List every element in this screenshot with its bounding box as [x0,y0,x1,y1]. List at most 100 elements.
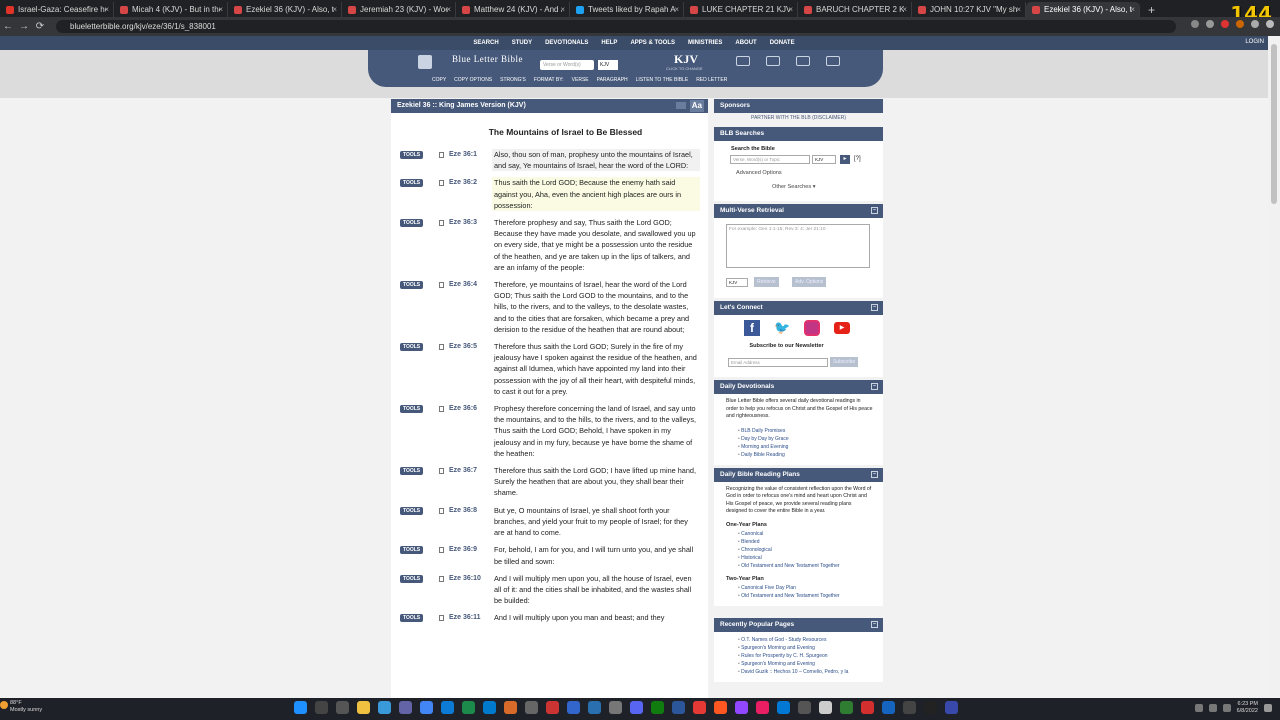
devotional-link[interactable]: Daily Bible Reading [726,451,873,459]
verse-reference[interactable]: Eze 36:6 [449,405,477,412]
chrome-icon[interactable] [420,701,433,714]
file-explorer-icon[interactable] [357,701,370,714]
popular-page-link[interactable]: Spurgeon's Morning and Evening [726,660,873,668]
verse-text[interactable]: For, behold, I am for you, and I will tu… [492,544,700,566]
youtube-icon[interactable]: ▶ [834,322,850,334]
subscribe-button[interactable]: Subscribe [830,357,859,367]
new-tab-button[interactable]: + [1140,3,1163,17]
tools-button[interactable]: TOOLS [400,179,424,188]
popular-page-link[interactable]: Rules for Prosperity by C. H. Spurgeon [726,652,873,660]
verse-reference[interactable]: Eze 36:8 [449,507,477,514]
browser-tab[interactable]: Tweets liked by Rapah Alnayo× [570,2,684,17]
bookmark-star-icon[interactable] [1206,20,1214,28]
nav-link-help[interactable]: HELP [601,40,617,46]
browser-tab[interactable]: Israel-Gaza: Ceasefire holds ov× [0,2,114,17]
copy-verse-icon[interactable] [439,282,444,289]
nav-link-ministries[interactable]: MINISTRIES [688,40,722,46]
version-switcher[interactable]: KJV [674,52,698,67]
tab-close-icon[interactable]: × [446,5,451,14]
edge-icon[interactable] [441,701,454,714]
collapse-icon[interactable]: – [871,304,878,311]
address-bar[interactable]: blueletterbible.org/kjv/eze/36/1/s_83800… [56,20,1176,33]
weather-icon[interactable] [0,701,8,709]
reload-icon[interactable]: ⟳ [32,21,48,32]
nav-link-donate[interactable]: DONATE [770,40,795,46]
one-year-plan-link[interactable]: Canonical [726,530,873,538]
settings-icon[interactable] [798,701,811,714]
app-red-icon[interactable] [546,701,559,714]
app-indigo-icon[interactable] [945,701,958,714]
one-year-plan-link[interactable]: Old Testament and New Testament Together [726,562,873,570]
popular-page-link[interactable]: David Guzik :: Hechos 10 – Cornelio, Ped… [726,668,873,676]
copy-verse-icon[interactable] [439,406,444,413]
login-link[interactable]: LOGIN [1245,39,1264,45]
verse-reference[interactable]: Eze 36:2 [449,179,477,186]
copy-verse-icon[interactable] [439,575,444,582]
retrieve-button[interactable]: Retrieve [754,277,779,287]
nav-link-apps-tools[interactable]: APPS & TOOLS [630,40,675,46]
app-red3-icon[interactable] [861,701,874,714]
extension-red-icon[interactable] [1221,20,1229,28]
weather-widget[interactable]: 88°F Mostly sunny [10,700,42,714]
app-pink-icon[interactable] [756,701,769,714]
tools-button[interactable]: TOOLS [400,506,424,515]
app-gray-icon[interactable] [525,701,538,714]
forward-icon[interactable]: → [16,21,32,32]
tools-button[interactable]: TOOLS [400,614,424,623]
app-blue3-icon[interactable] [882,701,895,714]
browser-tab[interactable]: Ezekiel 36 (KJV) - Also, thou so× [228,2,342,17]
tab-close-icon[interactable]: × [788,5,793,14]
verse-text[interactable]: Also, thou son of man, prophesy unto the… [492,149,700,172]
verse-text[interactable]: Prophesy therefore concerning the land o… [492,403,700,459]
browser-tab[interactable]: Matthew 24 (KJV) - And Jesus× [456,2,570,17]
grid-icon[interactable] [826,56,840,66]
word-icon[interactable] [672,701,685,714]
tools-button[interactable]: TOOLS [400,574,424,583]
scrollbar-thumb[interactable] [1271,44,1277,204]
verse-text[interactable]: And I will multiply men upon you, all th… [492,573,700,607]
nav-link-study[interactable]: STUDY [512,40,532,46]
two-year-plan-link[interactable]: Old Testament and New Testament Together [726,592,873,600]
verse-text[interactable]: But ye, O mountains of Israel, ye shall … [492,505,700,539]
app-blue-icon[interactable] [567,701,580,714]
search-icon[interactable] [315,701,328,714]
browser-tab[interactable]: Ezekiel 36 (KJV) - Also, thou so× [1026,2,1140,17]
toolbar-paragraph[interactable]: PARAGRAPH [597,77,628,83]
tools-button[interactable]: TOOLS [400,281,424,290]
tab-close-icon[interactable]: × [674,5,679,14]
verse-reference[interactable]: Eze 36:5 [449,343,477,350]
verse-text[interactable]: Therefore thus saith the Lord GOD; Surel… [492,341,700,397]
copy-verse-icon[interactable] [439,468,444,475]
discord-icon[interactable] [630,701,643,714]
vscode-icon[interactable] [483,701,496,714]
tools-button[interactable]: TOOLS [400,546,424,555]
disclaimer-link[interactable]: (DISCLAIMER) [812,115,846,121]
one-year-plan-link[interactable]: Historical [726,554,873,562]
tools-button[interactable]: TOOLS [400,219,424,228]
wifi-icon[interactable] [1208,704,1217,712]
tab-close-icon[interactable]: × [1016,5,1021,14]
other-searches-link[interactable]: Other Searches ▾ [772,184,816,190]
one-year-plan-link[interactable]: Blended [726,538,873,546]
browser-tab[interactable]: Micah 4 (KJV) - But in the last× [114,2,228,17]
verse-reference[interactable]: Eze 36:9 [449,546,477,553]
toolbar-copy-options[interactable]: COPY OPTIONS [454,77,492,83]
verse-reference[interactable]: Eze 36:3 [449,219,477,226]
header-search-input[interactable]: Verse or Word(s) [540,60,594,70]
app-misc-icon[interactable] [609,701,622,714]
app-white-icon[interactable] [819,701,832,714]
toolbar-strong-s[interactable]: STRONG'S [500,77,526,83]
header-version-select[interactable]: KJV [598,60,618,70]
two-year-plan-link[interactable]: Canonical Five Day Plan [726,584,873,592]
one-year-plan-link[interactable]: Chronological [726,546,873,554]
popular-page-link[interactable]: O.T. Names of God - Study Resources [726,636,873,644]
verse-reference[interactable]: Eze 36:4 [449,281,477,288]
profile-icon[interactable] [1266,20,1274,28]
app-dark-icon[interactable] [903,701,916,714]
browser-tab[interactable]: JOHN 10:27 KJV "My sheep he× [912,2,1026,17]
copy-verse-icon[interactable] [439,507,444,514]
verse-text[interactable]: And I will multiply upon you man and bea… [492,612,700,623]
toolbar-verse[interactable]: VERSE [572,77,589,83]
page-scrollbar[interactable] [1268,36,1280,696]
verse-text[interactable]: Thus saith the Lord GOD; Because the ene… [492,177,700,212]
